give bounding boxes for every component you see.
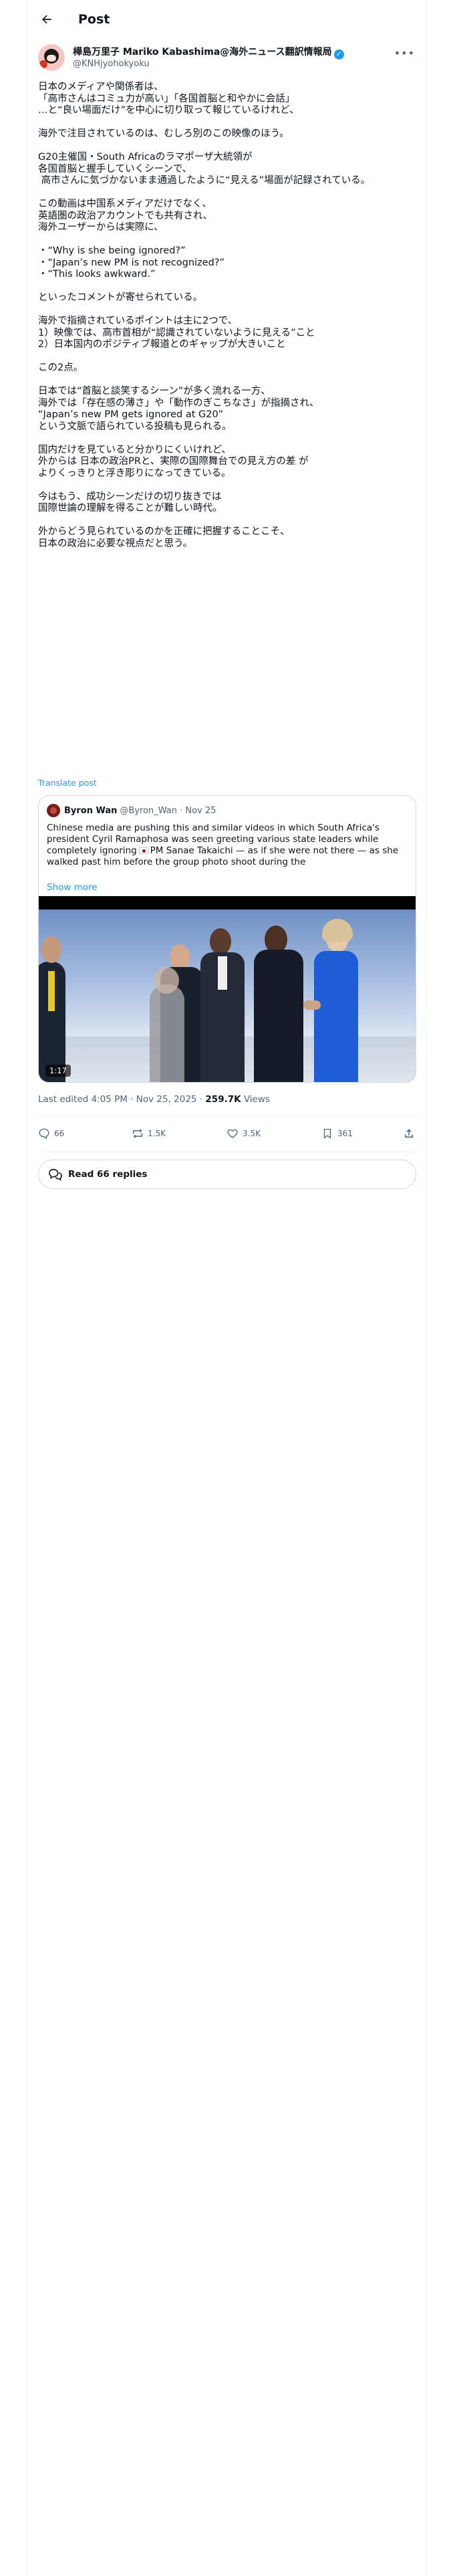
divider [38, 1115, 416, 1116]
repost-count: 1.5K [148, 1129, 166, 1138]
verified-badge-icon: ✓ [333, 49, 344, 60]
japan-flag-icon [138, 847, 148, 854]
author-name-text: 樺島万里子 Mariko Kabashima@海外ニュース翻訳情報局 [73, 47, 332, 58]
quoted-avatar [47, 804, 60, 817]
post-meta: Last edited 4:05 PM · Nov 25, 2025 · 259… [38, 1094, 270, 1105]
quoted-post[interactable]: Byron Wan @Byron_Wan · Nov 25 Chinese me… [38, 795, 416, 1083]
post-text: 日本のメディアや関係者は、 「高市さんはコミュ力が高い」「各国首脳と和やかに会話… [38, 82, 371, 549]
share-button[interactable] [403, 1123, 419, 1144]
repost-button[interactable]: 1.5K [132, 1123, 166, 1144]
more-options-icon[interactable]: ••• [394, 47, 415, 60]
reply-icon [39, 1128, 49, 1140]
like-count: 3.5K [243, 1129, 261, 1138]
action-bar: 66 1.5K 3.5K 361 [38, 1123, 416, 1144]
bookmark-count: 361 [337, 1129, 353, 1138]
quoted-author-name: Byron Wan [64, 805, 118, 816]
page-title: Post [78, 12, 110, 27]
share-icon [405, 1129, 413, 1138]
video-frame [39, 909, 416, 1082]
quoted-post-text: Chinese media are pushing this and simil… [47, 823, 409, 868]
heart-icon [227, 1129, 238, 1138]
video-timestamp: 1:17 [45, 1065, 71, 1077]
like-button[interactable]: 3.5K [227, 1123, 261, 1144]
arrow-left-icon [42, 15, 51, 24]
show-more-link[interactable]: Show more [47, 882, 98, 893]
views-label: Views [241, 1094, 270, 1105]
author-display-name[interactable]: 樺島万里子 Mariko Kabashima@海外ニュース翻訳情報局 ✓ [73, 45, 344, 60]
video-player[interactable]: 1:17 [39, 896, 416, 1082]
reply-button[interactable]: 66 [38, 1123, 64, 1144]
repost-icon [132, 1128, 143, 1139]
translate-post-link[interactable]: Translate post [38, 778, 97, 788]
avatar[interactable] [38, 44, 65, 71]
author-handle[interactable]: @KNHjyohokyoku [73, 59, 150, 69]
chat-bubbles-icon [49, 1168, 62, 1181]
read-replies-label: Read 66 replies [68, 1169, 148, 1180]
back-button[interactable] [35, 8, 58, 31]
author-row: 樺島万里子 Mariko Kabashima@海外ニュース翻訳情報局 ✓ @KNH… [38, 43, 416, 72]
top-bar: Post [27, 0, 427, 39]
quoted-post-header: Byron Wan @Byron_Wan · Nov 25 [47, 804, 216, 817]
views-count: 259.7K [205, 1094, 241, 1105]
bookmark-icon [323, 1128, 331, 1139]
edited-timestamp[interactable]: Last edited 4:05 PM · Nov 25, 2025 · [38, 1094, 205, 1105]
quoted-author-meta: @Byron_Wan · Nov 25 [120, 805, 216, 816]
read-replies-button[interactable]: Read 66 replies [38, 1160, 416, 1189]
bookmark-button[interactable]: 361 [321, 1123, 353, 1144]
reply-count: 66 [54, 1129, 65, 1138]
post-column: Post 樺島万里子 Mariko Kabashima@海外ニュース翻訳情報局 ✓… [27, 0, 426, 2576]
